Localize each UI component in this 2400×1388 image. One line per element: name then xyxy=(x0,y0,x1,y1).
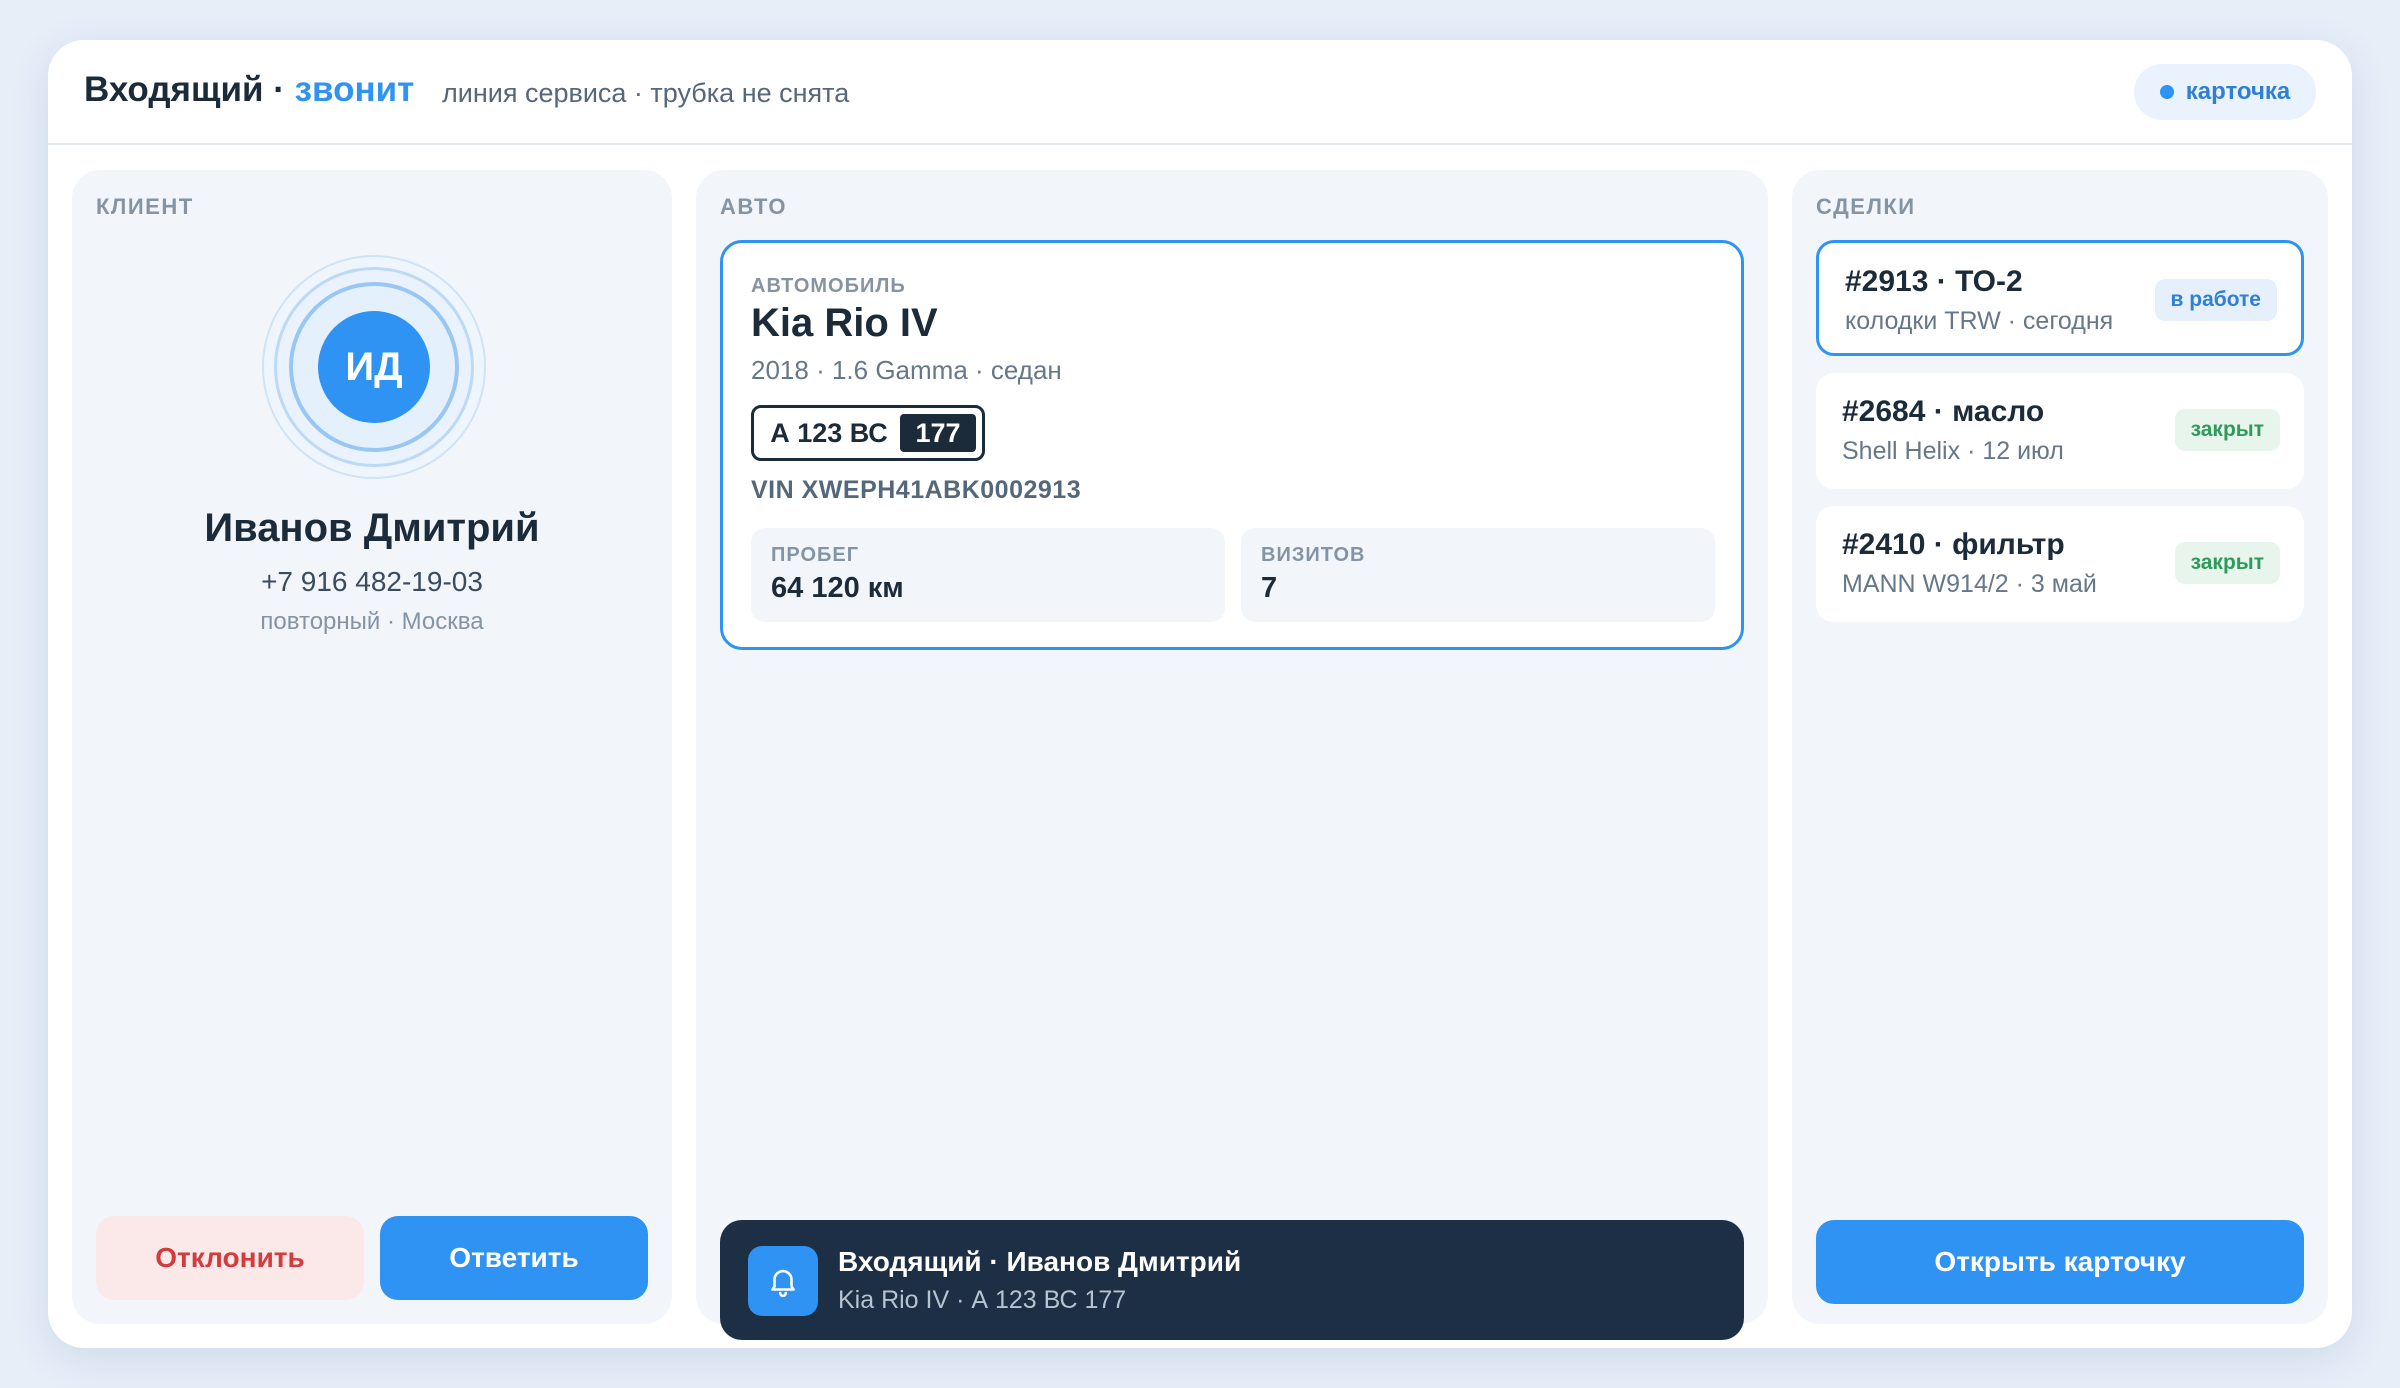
visits-stat: ВИЗИТОВ 7 xyxy=(1241,528,1715,622)
card-pill-label: карточка xyxy=(2185,78,2291,105)
deal-title: #2684 · масло xyxy=(1842,395,2045,428)
avatar: ИД xyxy=(318,311,430,423)
deal-item[interactable]: #2684 · масло Shell Helix · 12 июл закры… xyxy=(1816,373,2304,489)
incoming-call-window: Входящий · звонит линия сервиса · трубка… xyxy=(48,40,2352,1348)
header: Входящий · звонит линия сервиса · трубка… xyxy=(48,40,2352,145)
card-pill-button[interactable]: карточка xyxy=(2134,64,2316,120)
call-subtitle: линия сервиса · трубка не снята xyxy=(442,78,850,108)
deal-subtitle: Shell Helix · 12 июл xyxy=(1842,437,2064,465)
notification-title: Входящий · Иванов Дмитрий xyxy=(838,1246,1242,1277)
deal-title: #2410 · фильтр xyxy=(1842,528,2065,561)
incoming-notification[interactable]: Входящий · Иванов Дмитрий Kia Rio IV · А… xyxy=(720,1220,1744,1340)
client-panel: КЛИЕНТ ИД Иванов Дмитрий +7 916 482-19-0… xyxy=(72,170,672,1324)
stat-label: ПРОБЕГ xyxy=(771,544,860,566)
deal-subtitle: MANN W914/2 · 3 май xyxy=(1842,570,2097,598)
client-section-title: КЛИЕНТ xyxy=(96,194,194,219)
mileage-stat: ПРОБЕГ 64 120 км xyxy=(751,528,1225,622)
avatar-pulse: ИД xyxy=(262,255,486,479)
car-model: Kia Rio IV xyxy=(751,301,938,345)
car-panel: АВТО АВТОМОБИЛЬ Kia Rio IV 2018 · 1.6 Ga… xyxy=(696,170,1768,1340)
car-spec: 2018 · 1.6 Gamma · седан xyxy=(751,355,1062,385)
stat-label: ВИЗИТОВ xyxy=(1261,544,1366,566)
plate-region: 177 xyxy=(900,414,976,452)
status-badge: в работе xyxy=(2154,279,2277,321)
client-meta: повторный · Москва xyxy=(260,608,484,635)
client-name: Иванов Дмитрий xyxy=(204,506,540,550)
plate-number: А 123 ВС xyxy=(770,417,888,448)
license-plate: А 123 ВС 177 xyxy=(751,405,985,461)
car-label: АВТОМОБИЛЬ xyxy=(751,275,906,297)
open-card-button[interactable]: Открыть карточку xyxy=(1816,1220,2304,1304)
answer-button[interactable]: Ответить xyxy=(380,1216,648,1300)
stat-value: 64 120 км xyxy=(771,572,904,604)
title-status: звонит xyxy=(294,70,415,109)
car-vin: VIN XWEPH41ABK0002913 xyxy=(751,476,1082,504)
decline-button[interactable]: Отклонить xyxy=(96,1216,364,1300)
status-badge: закрыт xyxy=(2174,409,2280,451)
car-card[interactable]: АВТОМОБИЛЬ Kia Rio IV 2018 · 1.6 Gamma ·… xyxy=(720,240,1744,650)
client-phone: +7 916 482-19-03 xyxy=(261,566,483,597)
deal-item[interactable]: #2913 · ТО-2 колодки TRW · сегодня в раб… xyxy=(1816,240,2304,356)
deal-subtitle: колодки TRW · сегодня xyxy=(1845,307,2114,335)
car-section-title: АВТО xyxy=(720,194,787,219)
deal-item[interactable]: #2410 · фильтр MANN W914/2 · 3 май закры… xyxy=(1816,506,2304,622)
title-separator: · xyxy=(273,70,285,109)
title-main: Входящий xyxy=(84,70,264,109)
stat-value: 7 xyxy=(1261,572,1278,604)
page-title: Входящий · звонит xyxy=(84,70,414,110)
notification-subtitle: Kia Rio IV · А 123 ВС 177 xyxy=(838,1286,1127,1314)
deal-title: #2913 · ТО-2 xyxy=(1845,265,2023,298)
status-dot-icon xyxy=(2159,85,2174,99)
status-badge: закрыт xyxy=(2174,542,2280,584)
bell-icon xyxy=(748,1246,818,1316)
deals-panel: СДЕЛКИ #2913 · ТО-2 колодки TRW · сегодн… xyxy=(1792,170,2328,1324)
deals-section-title: СДЕЛКИ xyxy=(1816,194,1916,219)
